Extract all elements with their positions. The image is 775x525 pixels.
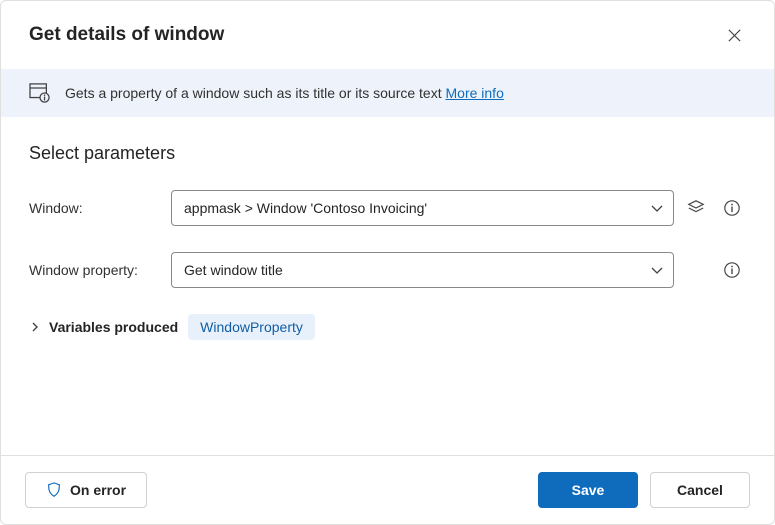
window-select[interactable]: appmask > Window 'Contoso Invoicing' xyxy=(171,190,674,226)
property-field-row: Window property: Get window title xyxy=(29,252,746,288)
info-icon xyxy=(723,261,741,279)
on-error-label: On error xyxy=(70,482,126,498)
window-info-button[interactable] xyxy=(718,194,746,222)
window-select-value: appmask > Window 'Contoso Invoicing' xyxy=(184,200,427,216)
property-select-value: Get window title xyxy=(184,262,283,278)
dialog-footer: On error Save Cancel xyxy=(1,455,774,524)
property-info-button[interactable] xyxy=(718,256,746,284)
info-text: Gets a property of a window such as its … xyxy=(65,85,442,101)
variables-row: Variables produced WindowProperty xyxy=(29,314,746,340)
dialog-content: Select parameters Window: appmask > Wind… xyxy=(1,117,774,455)
shield-icon xyxy=(46,482,62,498)
save-button[interactable]: Save xyxy=(538,472,638,508)
window-select-wrap: appmask > Window 'Contoso Invoicing' xyxy=(171,190,674,226)
variable-chip[interactable]: WindowProperty xyxy=(188,314,315,340)
close-icon xyxy=(727,28,742,43)
ui-elements-button[interactable] xyxy=(682,194,710,222)
dialog: Get details of window Gets a property of… xyxy=(0,0,775,525)
section-title: Select parameters xyxy=(29,143,746,164)
footer-actions: Save Cancel xyxy=(538,472,750,508)
window-label: Window: xyxy=(29,200,163,216)
variables-toggle[interactable]: Variables produced xyxy=(29,319,178,335)
variables-label: Variables produced xyxy=(49,319,178,335)
more-info-link[interactable]: More info xyxy=(446,85,504,101)
cancel-label: Cancel xyxy=(677,482,723,498)
on-error-button[interactable]: On error xyxy=(25,472,147,508)
chevron-right-icon xyxy=(29,321,41,333)
info-bar: Gets a property of a window such as its … xyxy=(1,69,774,117)
property-select-wrap: Get window title xyxy=(171,252,674,288)
property-label: Window property: xyxy=(29,262,163,278)
info-icon xyxy=(723,199,741,217)
window-field-row: Window: appmask > Window 'Contoso Invoic… xyxy=(29,190,746,226)
info-text-wrap: Gets a property of a window such as its … xyxy=(65,85,504,101)
save-label: Save xyxy=(572,482,605,498)
window-info-icon xyxy=(29,83,51,103)
close-button[interactable] xyxy=(718,19,750,51)
layers-icon xyxy=(687,199,705,217)
dialog-header: Get details of window xyxy=(1,1,774,69)
dialog-title: Get details of window xyxy=(29,24,224,46)
property-select[interactable]: Get window title xyxy=(171,252,674,288)
cancel-button[interactable]: Cancel xyxy=(650,472,750,508)
